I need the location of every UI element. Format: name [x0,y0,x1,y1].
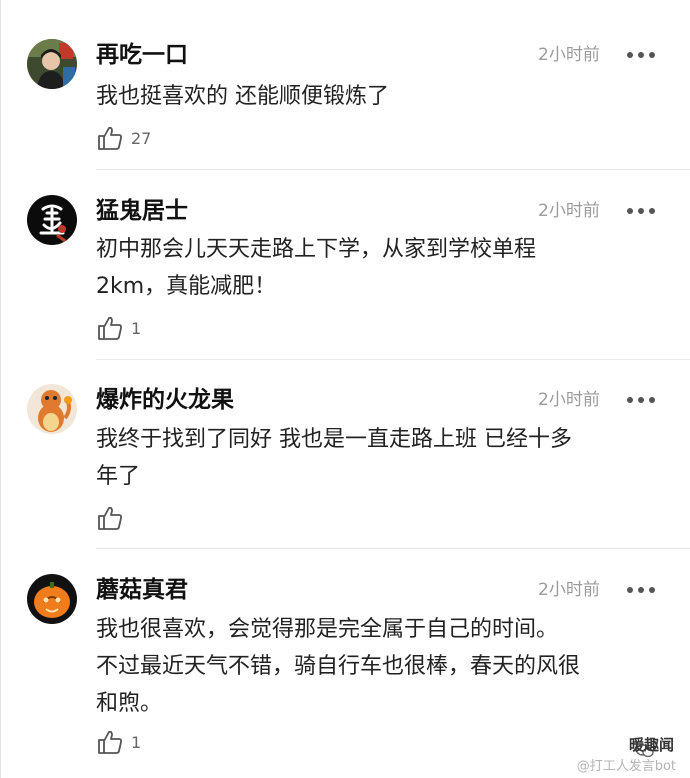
more-options-icon[interactable] [627,397,655,405]
avatar[interactable] [27,574,77,624]
comment-line: 和煦。 [96,691,163,716]
comment-line: 我也很喜欢，会觉得那是完全属于自己的时间。 [96,617,559,642]
more-options-icon[interactable] [627,587,655,595]
comment-line: 不过最近天气不错，骑自行车也很棒，春天的风很 [96,654,581,679]
more-options-icon[interactable] [627,52,655,60]
username[interactable]: 再吃一口 [96,39,188,71]
comment-line: 2km，真能减肥！ [96,274,277,299]
like-count: 27 [131,129,152,148]
more-options-icon[interactable] [627,208,655,216]
comment-line: 年了 [96,464,141,489]
watermark: 暖趣闻 @打工人发言bot [540,736,680,774]
like-count: 1 [131,733,142,752]
comment-text: 我终于找到了同好 我也是一直走路上班 已经十多 年了 [96,421,671,495]
divider [96,169,690,170]
comment-text: 我也很喜欢，会觉得那是完全属于自己的时间。 不过最近天气不错，骑自行车也很棒，春… [96,611,671,722]
username[interactable]: 爆炸的火龙果 [96,384,234,416]
avatar[interactable] [27,195,77,245]
like-count: 1 [131,319,142,338]
avatar[interactable] [27,39,77,89]
thumbs-up-icon [98,730,122,754]
comment-text: 初中那会儿天天走路上下学，从家到学校单程 2km，真能减肥！ [96,231,671,305]
divider [96,359,690,360]
timestamp: 2小时前 [538,390,600,410]
timestamp: 2小时前 [538,201,600,221]
username[interactable]: 猛鬼居士 [96,195,188,227]
comment-line: 我也挺喜欢的 还能顺便锻炼了 [96,84,389,109]
thumbs-up-icon [98,506,122,530]
comment-text: 我也挺喜欢的 还能顺便锻炼了 [96,78,671,115]
username[interactable]: 蘑菇真君 [96,574,188,606]
timestamp: 2小时前 [538,580,600,600]
comment-line: 初中那会儿天天走路上下学，从家到学校单程 [96,237,537,262]
avatar[interactable] [27,384,77,434]
comment-line: 我终于找到了同好 我也是一直走路上班 已经十多 [96,427,572,452]
timestamp: 2小时前 [538,45,600,65]
comment-list: 再吃一口 2小时前 我也挺喜欢的 还能顺便锻炼了 27 猛鬼居士 2小时前 初中… [0,0,690,778]
watermark-handle: @打工人发言bot [576,759,676,774]
thumbs-up-icon [98,126,122,150]
watermark-brand: 暖趣闻 [628,736,674,754]
thumbs-up-icon [98,316,122,340]
divider [96,548,690,549]
